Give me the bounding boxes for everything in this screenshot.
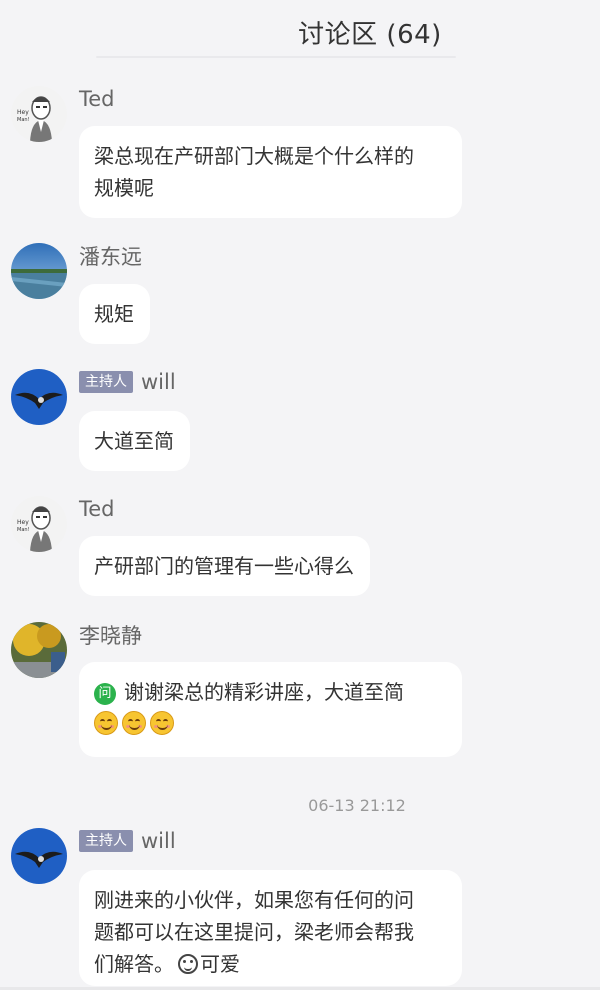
svg-text:Man!: Man! (17, 527, 30, 533)
smile-emoji-icon (94, 711, 118, 735)
message-bubble[interactable]: 梁总现在产研部门大概是个什么样的 规模呢 (79, 126, 462, 218)
cute-emoji-icon (178, 954, 198, 974)
eagle-avatar[interactable] (11, 369, 67, 425)
sender-name[interactable]: Ted (79, 497, 115, 521)
message-text-line: 规模呢 (94, 176, 154, 200)
message-text-line: 问谢谢梁总的精彩讲座，大道至简 (94, 676, 446, 708)
emoji-row (94, 708, 446, 740)
sender-name[interactable]: 李晓静 (79, 620, 142, 650)
message-text: 们解答。 (94, 952, 174, 976)
message-text-line: 规矩 (94, 302, 134, 326)
host-badge: 主持人 (79, 371, 133, 393)
message-meta: Ted (79, 496, 115, 522)
svg-text:Hey: Hey (17, 519, 29, 526)
message-text: 谢谢梁总的精彩讲座，大道至简 (124, 680, 404, 704)
page-title: 讨论区 (64) (298, 20, 442, 50)
sender-name[interactable]: 潘东远 (79, 241, 142, 271)
sender-name[interactable]: Ted (79, 87, 115, 111)
message-bubble[interactable]: 刚进来的小伙伴，如果您有任何的问 题都可以在这里提问，梁老师会帮我 们解答。 可爱 (79, 870, 462, 986)
message-text-line: 们解答。 可爱 (94, 948, 446, 980)
message-meta: 主持人 will (79, 828, 176, 854)
message-meta: 主持人 will (79, 369, 176, 395)
message-text-line: 梁总现在产研部门大概是个什么样的 (94, 144, 414, 168)
discussion-header: 讨论区 (64) (0, 0, 600, 62)
message-text-line: 产研部门的管理有一些心得么 (94, 554, 354, 578)
message-meta: 潘东远 (79, 243, 142, 269)
svg-text:Man!: Man! (17, 117, 30, 123)
cartoon-man-avatar[interactable]: Hey Man! (11, 86, 67, 142)
header-divider (96, 56, 456, 58)
smile-emoji-icon (122, 711, 146, 735)
host-badge: 主持人 (79, 830, 133, 852)
message-bubble[interactable]: 大道至简 (79, 411, 190, 471)
message-text-line: 刚进来的小伙伴，如果您有任何的问 (94, 888, 414, 912)
message-meta: 李晓静 (79, 622, 142, 648)
autumn-tree-avatar[interactable] (11, 622, 67, 678)
message-bubble[interactable]: 产研部门的管理有一些心得么 (79, 536, 370, 596)
lake-landscape-avatar[interactable] (11, 243, 67, 299)
message-timestamp: 06-13 21:12 (308, 796, 406, 815)
emoji-label: 可爱 (200, 952, 240, 976)
smile-emoji-icon (150, 711, 174, 735)
message-bubble[interactable]: 问谢谢梁总的精彩讲座，大道至简 (79, 662, 462, 757)
message-text-line: 大道至简 (94, 429, 174, 453)
message-meta: Ted (79, 86, 115, 112)
message-text-line: 题都可以在这里提问，梁老师会帮我 (94, 920, 414, 944)
eagle-avatar[interactable] (11, 828, 67, 884)
cartoon-man-avatar[interactable]: Hey Man! (11, 496, 67, 552)
sender-name[interactable]: will (141, 829, 176, 853)
sender-name[interactable]: will (141, 370, 176, 394)
question-icon: 问 (94, 683, 116, 705)
message-bubble[interactable]: 规矩 (79, 284, 150, 344)
svg-text:Hey: Hey (17, 109, 29, 116)
